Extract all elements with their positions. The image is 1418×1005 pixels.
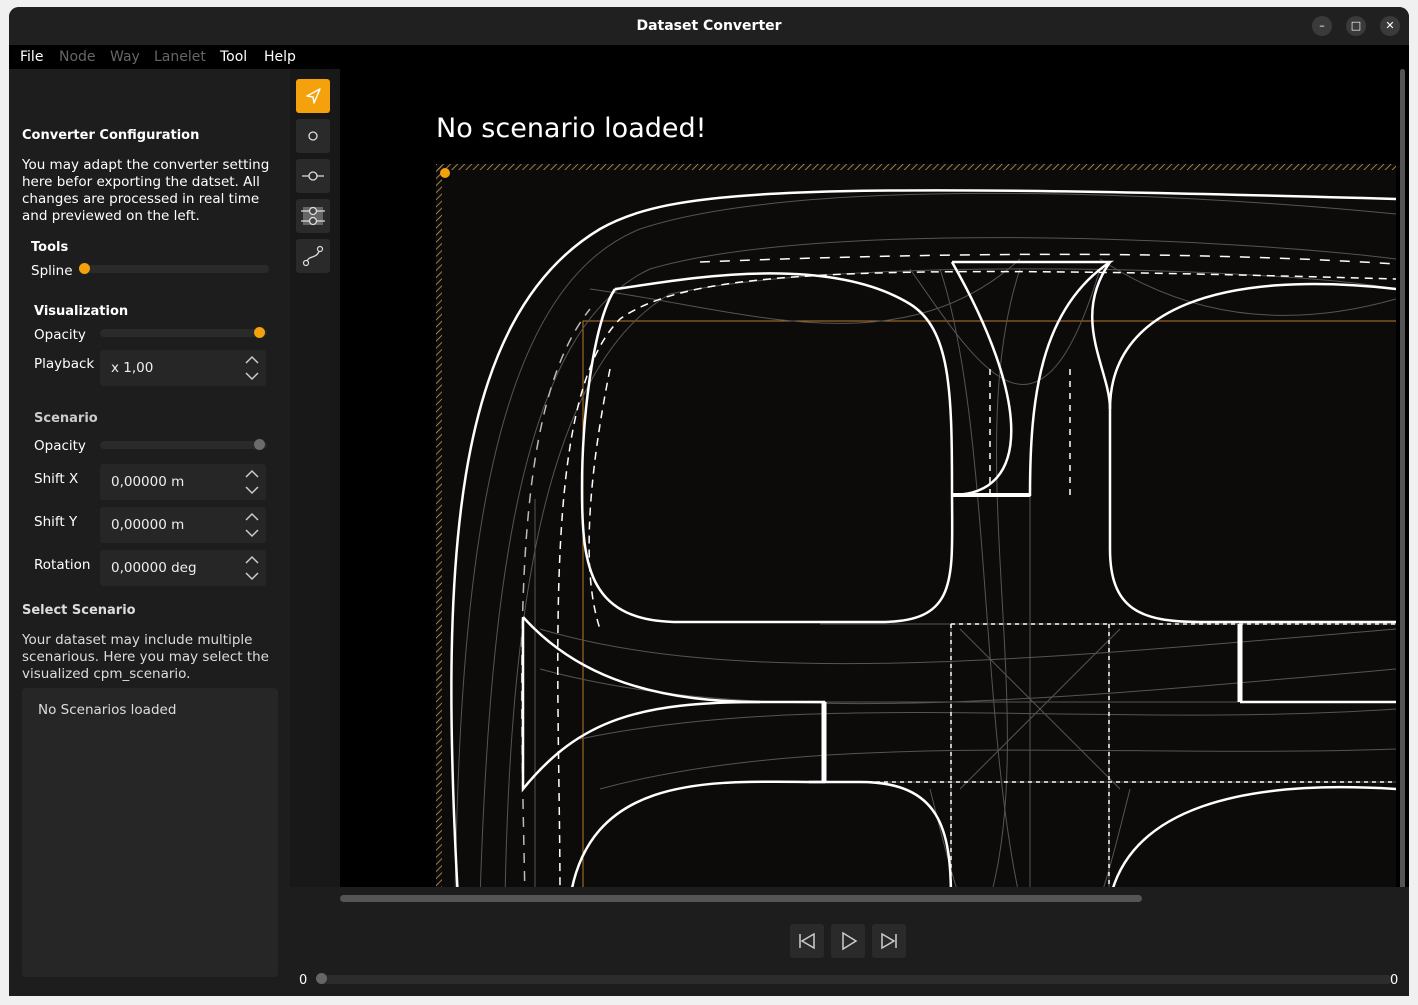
visualization-heading: Visualization [34, 304, 129, 319]
rotation-label: Rotation [34, 557, 91, 573]
select-tool-button[interactable] [296, 79, 330, 113]
play-icon [842, 931, 858, 951]
scenario-border-top [436, 164, 1396, 170]
playback-spinbox[interactable]: x 1,00 [100, 350, 266, 386]
scenario-opacity-handle[interactable] [254, 439, 265, 450]
vertical-scrollbar[interactable] [1396, 69, 1409, 896]
road-map-preview [436, 164, 1396, 896]
spline-label: Spline [31, 263, 73, 279]
scenario-opacity-slider[interactable] [100, 441, 267, 449]
shift-x-label: Shift X [34, 471, 79, 487]
timeline-slider[interactable] [318, 975, 1392, 984]
minimize-button[interactable]: – [1312, 16, 1332, 36]
menu-help[interactable]: Help [264, 49, 296, 65]
shift-x-spinbox[interactable]: 0,00000 m [100, 464, 266, 500]
scenario-opacity-label: Opacity [34, 438, 86, 454]
select-arrow-icon [306, 88, 321, 104]
rotation-value: 0,00000 deg [111, 560, 197, 576]
vis-opacity-label: Opacity [34, 327, 86, 343]
node-tool-button[interactable] [296, 119, 330, 153]
rotation-spinbox[interactable]: 0,00000 deg [100, 550, 266, 586]
way-tool-button[interactable] [296, 159, 330, 193]
menu-node[interactable]: Node [59, 49, 96, 65]
shift-y-label: Shift Y [34, 514, 78, 530]
skip-forward-button[interactable] [872, 924, 906, 958]
lanelet-icon [301, 206, 325, 226]
timeline-start: 0 [299, 973, 308, 988]
menu-lanelet[interactable]: Lanelet [154, 49, 206, 65]
window-title: Dataset Converter [636, 18, 782, 34]
menu-bar: File Node Way Lanelet Tool Help [9, 45, 1409, 69]
menu-file[interactable]: File [20, 49, 43, 65]
playback-panel: 0 0 [290, 887, 1409, 996]
spin-arrows-icon[interactable] [244, 468, 260, 496]
shift-y-value: 0,00000 m [111, 517, 185, 533]
node-icon [308, 131, 318, 141]
skip-back-button[interactable] [790, 924, 824, 958]
spline-icon [302, 245, 324, 267]
select-scenario-description: Your dataset may include multiple scenar… [22, 632, 269, 682]
config-heading: Converter Configuration [22, 128, 200, 143]
spline-slider-handle[interactable] [79, 263, 90, 274]
scenario-origin-marker[interactable] [440, 168, 450, 178]
spline-slider[interactable] [79, 265, 269, 273]
skip-back-icon [799, 932, 815, 950]
scenario-list[interactable]: No Scenarios loaded [22, 688, 278, 977]
playback-value: x 1,00 [111, 360, 154, 376]
spin-arrows-icon[interactable] [244, 554, 260, 582]
maximize-button[interactable]: □ [1346, 16, 1366, 36]
tools-heading: Tools [31, 240, 69, 255]
scenario-heading: Scenario [34, 411, 98, 426]
select-scenario-heading: Select Scenario [22, 603, 136, 618]
skip-forward-icon [881, 932, 897, 950]
menu-way[interactable]: Way [110, 49, 140, 65]
config-sidebar: Converter Configuration You may adapt th… [9, 69, 290, 996]
lanelet-tool-button[interactable] [296, 199, 330, 233]
spin-arrows-icon[interactable] [244, 511, 260, 539]
close-button[interactable]: ✕ [1380, 16, 1400, 36]
vis-opacity-slider[interactable] [100, 329, 267, 337]
timeline-end: 0 [1390, 973, 1399, 988]
playback-label: Playback [34, 356, 95, 372]
scenario-area [436, 164, 1396, 896]
vertical-scroll-thumb[interactable] [1400, 69, 1405, 896]
config-description: You may adapt the converter setting here… [22, 157, 270, 224]
menu-tool[interactable]: Tool [220, 49, 247, 65]
vis-opacity-handle[interactable] [254, 327, 265, 338]
scenario-border-left [436, 164, 442, 896]
timeline-handle[interactable] [316, 973, 327, 984]
scenario-empty-text: No Scenarios loaded [38, 702, 177, 718]
shift-y-spinbox[interactable]: 0,00000 m [100, 507, 266, 543]
app-window: Dataset Converter – □ ✕ File Node Way La… [9, 7, 1409, 996]
spline-tool-button[interactable] [296, 239, 330, 273]
spin-arrows-icon[interactable] [244, 354, 260, 382]
tool-column [290, 69, 340, 996]
map-canvas[interactable]: No scenario loaded! [340, 69, 1396, 896]
horizontal-scroll-thumb[interactable] [340, 895, 1142, 902]
shift-x-value: 0,00000 m [111, 474, 185, 490]
play-button[interactable] [831, 924, 865, 958]
way-icon [302, 171, 324, 181]
title-bar: Dataset Converter – □ ✕ [9, 7, 1409, 45]
